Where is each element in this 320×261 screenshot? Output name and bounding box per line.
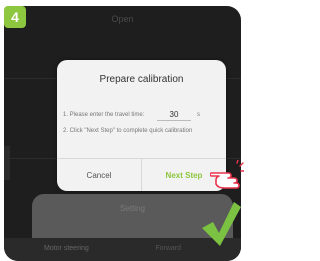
checkmark-icon	[202, 202, 241, 246]
dialog-title: Prepare calibration	[99, 74, 184, 85]
instruction-travel-time: 1. Please enter the travel time:	[63, 112, 145, 118]
hand-pointer-icon	[210, 160, 244, 189]
step-number-badge: 4	[4, 6, 26, 28]
prepare-calibration-dialog: Prepare calibration 1. Please enter the …	[57, 60, 226, 191]
background-control	[4, 146, 10, 180]
cancel-button[interactable]: Cancel	[57, 159, 141, 191]
motor-steering-label: Motor steering	[44, 245, 89, 252]
motor-steering-value: Forward	[155, 245, 181, 252]
travel-time-unit: s	[197, 112, 200, 118]
travel-time-input[interactable]	[157, 108, 191, 121]
background-title: Open	[111, 14, 134, 24]
instruction-next-step: 2. Click "Next Step" to complete quick c…	[63, 128, 193, 134]
